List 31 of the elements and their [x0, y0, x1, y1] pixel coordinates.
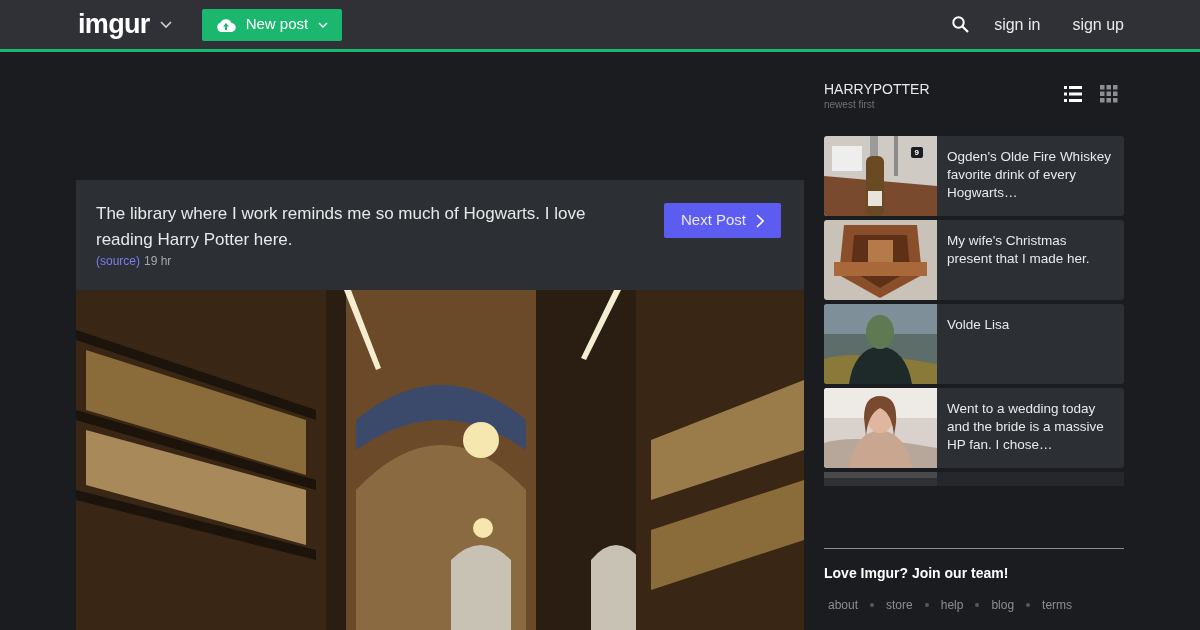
- chevron-icon: [318, 21, 329, 28]
- footer-link[interactable]: help: [940, 596, 964, 614]
- post-time: 19 hr: [144, 253, 172, 269]
- cloud-upload-icon: [215, 17, 236, 32]
- image-count-badge: 9: [910, 147, 923, 158]
- source-link[interactable]: (source): [96, 253, 140, 269]
- footer-link[interactable]: about: [828, 596, 859, 614]
- gallery-item-title: My wife's Christmas present that I made her.: [946, 232, 1091, 268]
- gallery-item[interactable]: My wife's Christmas present that I made her.: [824, 220, 1124, 300]
- footer-link[interactable]: blog: [991, 596, 1015, 614]
- promo-link[interactable]: Love Imgur? Join our team!: [824, 563, 1124, 584]
- logo[interactable]: imgur: [78, 11, 150, 38]
- gallery-item-title: Volde Lisa: [946, 316, 1011, 334]
- chevron-right-icon: [756, 213, 764, 228]
- next-post-button[interactable]: Next Post: [664, 203, 781, 238]
- gallery-item-title: Went to a wedding today and the bride is a massive HP fan. I chose…: [946, 400, 1105, 454]
- gallery-item[interactable]: Volde Lisa: [824, 304, 1124, 384]
- grid-view-button[interactable]: [1100, 85, 1118, 103]
- gallery-item[interactable]: Went to a wedding today and the bride is a massive HP fan. I chose…: [824, 388, 1124, 468]
- search-icon[interactable]: [952, 16, 970, 33]
- list-view-button[interactable]: [1064, 85, 1082, 103]
- footer-link[interactable]: store: [886, 596, 913, 614]
- gallery-item-title: Ogden's Olde Fire Whiskey favorite drink of every Hogwarts…: [946, 148, 1112, 202]
- chevron-icon[interactable]: [159, 20, 172, 29]
- footer-link[interactable]: terms: [1042, 596, 1073, 614]
- gallery-item[interactable]: 9 Ogden's Olde Fire Whiskey favorite drink of every Hogwarts…: [824, 136, 1124, 216]
- sign-up-link[interactable]: sign up: [1072, 12, 1124, 37]
- sort-label: newest first: [824, 98, 876, 112]
- tag-title: HARRYPOTTER: [824, 80, 931, 98]
- post-title: The library where I work reminds me so much of Hogwarts. I love reading Harry Potter here.: [96, 203, 586, 251]
- sign-in-link[interactable]: sign in: [994, 12, 1041, 37]
